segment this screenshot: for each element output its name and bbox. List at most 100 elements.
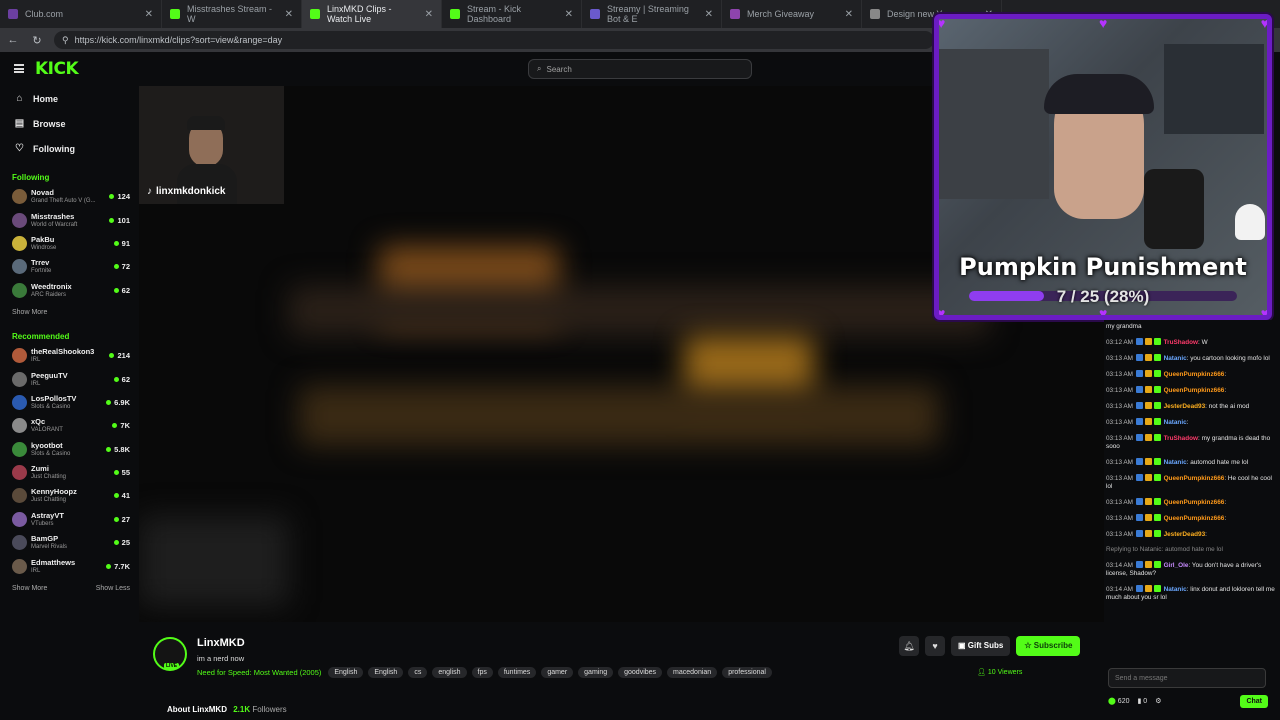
- chat-username[interactable]: QueenPumpkinz666: [1164, 515, 1225, 522]
- sidebar-channel[interactable]: Trrev Fortnite 72: [0, 255, 138, 278]
- chat-message[interactable]: 03:13 AM TruShadow: my grandma is dead t…: [1104, 431, 1280, 455]
- stream-tag[interactable]: English: [328, 667, 364, 678]
- chat-text: my grandma: [1106, 323, 1142, 330]
- follow-heart-icon[interactable]: ♥: [925, 636, 945, 656]
- kick-logo[interactable]: KICK: [35, 59, 79, 79]
- chat-badge-icon: [1153, 498, 1161, 505]
- sidebar-nav-home[interactable]: ⌂ Home: [0, 86, 138, 111]
- chat-username[interactable]: Natanic: [1164, 419, 1187, 426]
- gift-subs-button[interactable]: ▣ Gift Subs: [951, 636, 1011, 656]
- browser-tab[interactable]: Streamy | Streaming Bot & E ✕: [582, 0, 722, 28]
- chat-message[interactable]: 03:13 AM JesterDead93: not the ai mod: [1104, 399, 1280, 415]
- recommended-show-less[interactable]: Show Less: [96, 585, 130, 592]
- chat-text: :: [1224, 499, 1227, 506]
- close-tab-icon[interactable]: ✕: [705, 9, 713, 20]
- chat-message[interactable]: 03:13 AM QueenPumpkinz666:: [1104, 511, 1280, 527]
- sidebar-nav-browse[interactable]: ▤ Browse: [0, 111, 138, 136]
- close-tab-icon[interactable]: ✕: [565, 9, 573, 20]
- sidebar-channel[interactable]: Novad Grand Theft Auto V (G... 124: [0, 185, 138, 208]
- sidebar-channel[interactable]: BamGP Marvel Rivals 25: [0, 531, 138, 554]
- chat-username[interactable]: QueenPumpkinz666: [1164, 387, 1225, 394]
- heart-icon: ♡: [15, 143, 24, 154]
- url-field[interactable]: ⚲ https://kick.com/linxmkd/clips?sort=vi…: [54, 31, 934, 49]
- stream-tag[interactable]: professional: [722, 667, 772, 678]
- chat-username[interactable]: Natanic: [1164, 355, 1187, 362]
- sidebar-channel[interactable]: PakBu Windrose 91: [0, 232, 138, 255]
- chat-message[interactable]: 03:14 AM Natanic: linx donut and loklore…: [1104, 582, 1280, 606]
- close-tab-icon[interactable]: ✕: [425, 9, 433, 20]
- sidebar-channel[interactable]: Zumi Just Chatting 55: [0, 461, 138, 484]
- back-icon[interactable]: ←: [6, 34, 20, 46]
- channel-category: Grand Theft Auto V (G...: [31, 198, 96, 205]
- chat-username[interactable]: Girl_Ole: [1164, 562, 1189, 569]
- stream-tag[interactable]: fps: [471, 667, 493, 678]
- chat-message[interactable]: 03:13 AM JesterDead93:: [1104, 527, 1280, 543]
- sidebar-nav-following[interactable]: ♡ Following: [0, 136, 138, 161]
- browser-tab[interactable]: Stream - Kick Dashboard ✕: [442, 0, 582, 28]
- chat-message[interactable]: my grandma: [1104, 320, 1280, 335]
- chat-username[interactable]: JesterDead93: [1164, 403, 1206, 410]
- chat-username[interactable]: QueenPumpkinz666: [1164, 371, 1225, 378]
- chat-username[interactable]: QueenPumpkinz666: [1164, 475, 1225, 482]
- close-tab-icon[interactable]: ✕: [845, 9, 853, 20]
- stream-tag[interactable]: gaming: [578, 667, 614, 678]
- sidebar-channel[interactable]: PeeguuTV IRL 62: [0, 367, 138, 390]
- chat-message[interactable]: 03:13 AM Natanic: automod hate me lol: [1104, 455, 1280, 471]
- recommended-show-more[interactable]: Show More: [12, 585, 47, 592]
- stream-tag[interactable]: english: [432, 667, 467, 678]
- kicks-count[interactable]: ▮ 0: [1137, 697, 1147, 705]
- stream-tag[interactable]: gamer: [541, 667, 574, 678]
- channel-points[interactable]: ⬤ 620: [1108, 697, 1129, 705]
- sidebar-channel[interactable]: xQc VALORANT 7K: [0, 414, 138, 437]
- chat-message[interactable]: 03:13 AM Natanic: you cartoon looking mo…: [1104, 351, 1280, 367]
- sidebar-channel[interactable]: theRealShookon3 IRL 214: [0, 344, 138, 367]
- close-tab-icon[interactable]: ✕: [285, 9, 293, 20]
- chat-message[interactable]: 03:13 AM QueenPumpkinz666:: [1104, 495, 1280, 511]
- chat-message[interactable]: 03:13 AM QueenPumpkinz666:: [1104, 367, 1280, 383]
- chat-username[interactable]: QueenPumpkinz666: [1164, 499, 1225, 506]
- viewer-count: 62: [113, 375, 130, 384]
- sidebar-channel[interactable]: LosPollosTV Slots & Casino 6.9K: [0, 391, 138, 414]
- viewer-count-value: 91: [121, 238, 130, 248]
- sidebar-channel[interactable]: KennyHoopz Just Chatting 41: [0, 484, 138, 507]
- browser-tab[interactable]: LinxMKD Clips - Watch Live ✕: [302, 0, 442, 28]
- chat-settings-icon[interactable]: ⚙: [1155, 697, 1161, 705]
- sidebar-channel[interactable]: Misstrashes World of Warcraft 101: [0, 208, 138, 231]
- chat-message[interactable]: 03:13 AM Natanic:: [1104, 415, 1280, 431]
- reload-icon[interactable]: ↻: [30, 34, 44, 47]
- subscribe-button[interactable]: ☆ Subscribe: [1016, 636, 1081, 656]
- chat-username[interactable]: JesterDead93: [1164, 531, 1206, 538]
- stream-tag[interactable]: goodvibes: [618, 667, 663, 678]
- chat-badge-icon: [1153, 418, 1161, 425]
- chat-username[interactable]: Natanic: [1164, 459, 1187, 466]
- browser-tab[interactable]: Misstrashes Stream - W ✕: [162, 0, 302, 28]
- chat-message[interactable]: 03:12 AM TruShadow: W: [1104, 335, 1280, 351]
- sidebar-channel[interactable]: Edmatthews IRL 7.7K: [0, 554, 138, 577]
- following-show-more[interactable]: Show More: [12, 309, 47, 316]
- chat-send-button[interactable]: Chat: [1240, 694, 1268, 708]
- menu-icon[interactable]: [14, 64, 24, 73]
- chat-message-input[interactable]: Send a message: [1108, 668, 1266, 688]
- channel-name[interactable]: LinxMKD: [197, 637, 245, 649]
- browser-tab[interactable]: Merch Giveaway ✕: [722, 0, 862, 28]
- sidebar-channel[interactable]: kyootbot Slots & Casino 5.8K: [0, 438, 138, 461]
- sidebar-channel[interactable]: Weedtronix ARC Raiders 62: [0, 279, 138, 302]
- stream-tag[interactable]: English: [368, 667, 404, 678]
- close-tab-icon[interactable]: ✕: [145, 9, 153, 20]
- search-input[interactable]: ⌕ Search: [528, 59, 752, 79]
- site-info-icon[interactable]: ⚲: [62, 35, 69, 46]
- chat-message[interactable]: 03:14 AM Girl_Ole: You don't have a driv…: [1104, 558, 1280, 582]
- chat-username[interactable]: Natanic: [1164, 586, 1187, 593]
- sidebar-channel[interactable]: AstrayVT VTubers 27: [0, 508, 138, 531]
- stream-tag[interactable]: funtimes: [497, 667, 537, 678]
- chat-message[interactable]: 03:13 AM QueenPumpkinz666: He cool he co…: [1104, 471, 1280, 495]
- bell-icon[interactable]: 🔔︎: [899, 636, 919, 656]
- stream-tag[interactable]: cs: [408, 667, 428, 678]
- chat-username[interactable]: TruShadow: [1164, 339, 1198, 346]
- stream-category[interactable]: Need for Speed: Most Wanted (2005): [197, 668, 321, 677]
- chat-message[interactable]: 03:13 AM QueenPumpkinz666:: [1104, 383, 1280, 399]
- chat-username[interactable]: TruShadow: [1164, 435, 1198, 442]
- viewer-count-value: 7K: [120, 421, 130, 431]
- browser-tab[interactable]: Club.com ✕: [0, 0, 162, 28]
- stream-tag[interactable]: macedonian: [667, 667, 718, 678]
